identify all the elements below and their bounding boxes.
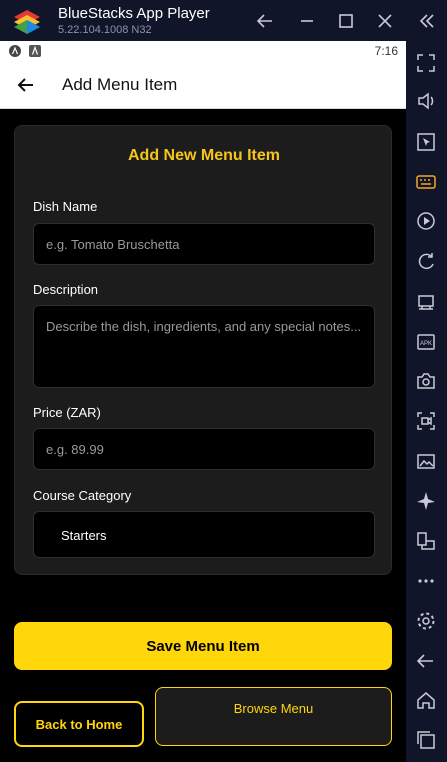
settings-button[interactable] [415, 610, 437, 632]
save-menu-item-button[interactable]: Save Menu Item [14, 622, 392, 670]
image-folder-icon [417, 454, 435, 469]
price-label: Price (ZAR) [33, 405, 101, 420]
form-heading: Add New Menu Item [127, 147, 280, 164]
category-selected-value: Starters [61, 528, 107, 543]
volume-icon [418, 92, 434, 110]
category-label: Course Category [33, 488, 132, 503]
record-button[interactable] [415, 410, 437, 432]
app-bar: Add Menu Item [0, 61, 406, 109]
notification-a-icon [9, 45, 21, 57]
shake-button[interactable] [415, 290, 437, 312]
browse-menu-button[interactable]: Browse Menu [155, 687, 392, 746]
title-bar: BlueStacks App Player 5.22.104.1008 N32 [0, 0, 447, 41]
status-time: 7:16 [374, 44, 398, 58]
more-dots-icon [418, 579, 434, 583]
keyboard-icon [416, 175, 436, 189]
keyboard-button[interactable] [415, 171, 437, 193]
arrow-left-icon [256, 14, 272, 28]
cursor-icon [417, 133, 435, 151]
fullscreen-icon [417, 54, 435, 72]
android-home-button[interactable] [415, 689, 437, 711]
fullscreen-button[interactable] [415, 52, 437, 74]
performance-icon [418, 295, 434, 310]
screenshot-button[interactable] [415, 370, 437, 392]
emulator-sidebar: APK [406, 41, 447, 762]
more-button[interactable] [415, 570, 437, 592]
double-chevron-left-icon [419, 14, 434, 28]
price-placeholder: e.g. 89.99 [46, 442, 104, 457]
android-back-button[interactable] [415, 650, 437, 672]
bluestacks-window: BlueStacks App Player 5.22.104.1008 N32 … [0, 0, 447, 762]
dish-name-input[interactable]: e.g. Tomato Bruschetta [33, 223, 375, 265]
close-button[interactable] [372, 8, 398, 34]
android-recents-button[interactable] [415, 729, 437, 751]
close-icon [378, 14, 392, 28]
category-select[interactable]: Starters [33, 511, 375, 558]
airplane-mode-button[interactable] [415, 490, 437, 512]
dish-name-placeholder: e.g. Tomato Bruschetta [46, 237, 180, 252]
back-arrow-icon[interactable] [14, 73, 38, 97]
page-title: Add Menu Item [62, 75, 178, 94]
media-manager-button[interactable] [415, 450, 437, 472]
android-screen: 7:16 Add Menu Item Add New Menu Item Dis… [0, 41, 406, 762]
rotate-icon [418, 253, 434, 270]
arrow-left-icon [416, 654, 433, 668]
description-placeholder: Describe the dish, ingredients, and any … [46, 319, 362, 334]
home-icon [417, 692, 435, 709]
play-circle-icon [417, 212, 435, 230]
svg-text:APK: APK [420, 341, 432, 347]
minimize-icon [301, 20, 313, 22]
maximize-button[interactable] [333, 8, 359, 34]
notification-app-icon [29, 45, 41, 57]
app-title: BlueStacks App Player [58, 5, 210, 22]
collapse-sidebar-button[interactable] [414, 8, 440, 34]
add-item-form-card: Add New Menu Item Dish Name e.g. Tomato … [14, 125, 392, 575]
rotate-button[interactable] [415, 250, 437, 272]
recent-apps-icon [417, 731, 435, 749]
dish-name-label: Dish Name [33, 199, 98, 214]
bluestacks-logo-icon [14, 10, 40, 34]
gear-icon [417, 612, 435, 630]
minimize-button[interactable] [294, 8, 320, 34]
back-nav-button[interactable] [252, 8, 278, 34]
camera-icon [417, 373, 435, 389]
description-label: Description [33, 282, 99, 297]
price-input[interactable]: e.g. 89.99 [33, 428, 375, 470]
macro-button[interactable] [415, 210, 437, 232]
description-textarea[interactable]: Describe the dish, ingredients, and any … [33, 305, 375, 388]
pointer-button[interactable] [415, 131, 437, 153]
install-apk-button[interactable]: APK [415, 330, 437, 352]
maximize-icon [339, 14, 353, 28]
app-version: 5.22.104.1008 N32 [58, 24, 152, 36]
apk-icon: APK [417, 334, 435, 350]
multi-instance-button[interactable] [415, 530, 437, 552]
multi-instance-icon [417, 532, 435, 550]
back-to-home-button[interactable]: Back to Home [14, 701, 144, 747]
airplane-icon [417, 492, 435, 510]
volume-button[interactable] [415, 90, 437, 112]
status-bar: 7:16 [0, 41, 406, 61]
video-record-icon [417, 412, 435, 430]
